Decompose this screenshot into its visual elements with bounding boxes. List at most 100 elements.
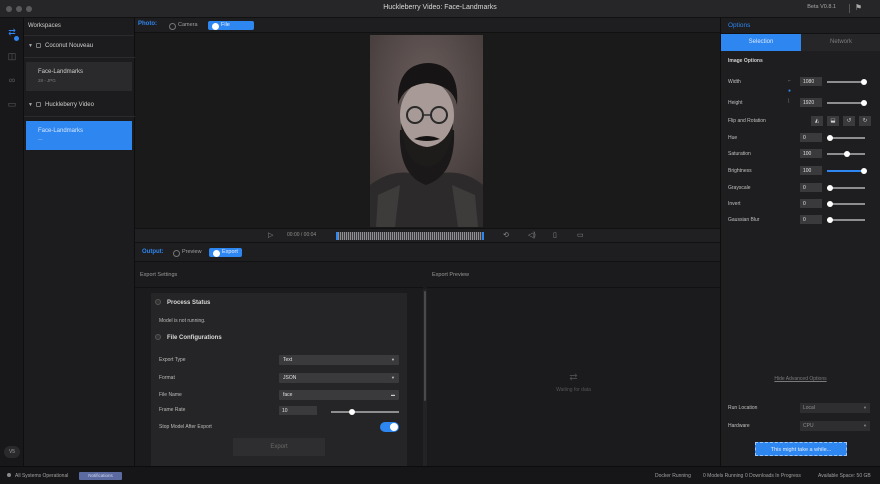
options-tabs: Selection Network bbox=[721, 34, 880, 51]
frame-rate-input[interactable]: 10 bbox=[279, 406, 317, 415]
file-config-section[interactable]: File Configurations bbox=[155, 334, 222, 341]
checkbox-icon[interactable] bbox=[36, 102, 41, 107]
hue-input[interactable]: 0 bbox=[800, 133, 822, 142]
brightness-input[interactable]: 100 bbox=[800, 166, 822, 175]
available-space: Available Space: 50 GB bbox=[818, 473, 871, 479]
output-option-preview[interactable]: Preview bbox=[169, 248, 206, 257]
section-bullet-icon bbox=[155, 334, 161, 340]
rotate-left-icon[interactable]: ↺ bbox=[843, 116, 855, 126]
workspace-group-huckleberry[interactable]: ▼ Huckleberry Video bbox=[24, 95, 135, 117]
hardware-value: CPU bbox=[803, 423, 814, 429]
slider-knob[interactable] bbox=[861, 168, 867, 174]
export-preview-area: ⇄ Waiting for data bbox=[427, 289, 720, 466]
run-model-button[interactable]: This might take a while... bbox=[755, 442, 847, 456]
workspace-group-name: Huckleberry Video bbox=[45, 102, 94, 108]
slider-knob[interactable] bbox=[844, 151, 850, 157]
video-scrubber[interactable] bbox=[336, 232, 484, 240]
run-location-label: Run Location bbox=[728, 405, 758, 411]
slider-knob[interactable] bbox=[827, 135, 833, 141]
feedback-flag-icon[interactable]: ⚑ bbox=[855, 3, 862, 12]
gaussian-blur-slider[interactable] bbox=[827, 217, 865, 223]
file-config-title: File Configurations bbox=[167, 335, 222, 341]
workspace-item-name: Face-Landmarks bbox=[38, 128, 84, 134]
rotate-right-icon[interactable]: ↻ bbox=[859, 116, 871, 126]
export-settings-panel: Process Status Model is not running. Fil… bbox=[151, 293, 407, 466]
workspace-item-active[interactable]: Face-Landmarks — bbox=[26, 121, 132, 150]
flip-vertical-icon[interactable]: ⬓ bbox=[827, 116, 839, 126]
format-select[interactable]: JSON ▼ bbox=[279, 373, 399, 383]
width-slider[interactable] bbox=[827, 79, 867, 85]
file-name-label: File Name bbox=[159, 392, 182, 398]
play-icon[interactable]: ▷ bbox=[268, 231, 273, 239]
link-icon[interactable]: ∞ bbox=[6, 74, 18, 86]
photo-option-file[interactable]: File bbox=[208, 21, 254, 30]
aspect-lock-icon[interactable]: ● bbox=[788, 88, 791, 94]
workspace-item-sub: 28 - JPG bbox=[38, 78, 56, 83]
hue-slider[interactable] bbox=[827, 135, 865, 141]
slider-knob[interactable] bbox=[827, 217, 833, 223]
photo-option-camera[interactable]: Camera bbox=[165, 21, 202, 30]
hardware-select[interactable]: CPU ▼ bbox=[800, 421, 870, 431]
slider-knob[interactable] bbox=[827, 201, 833, 207]
workspace-group-coconut[interactable]: ▼ Coconut Nouveau bbox=[24, 36, 135, 58]
gaussian-blur-input[interactable]: 0 bbox=[800, 215, 822, 224]
width-input[interactable]: 1080 bbox=[800, 77, 822, 86]
grayscale-slider[interactable] bbox=[827, 185, 865, 191]
loop-icon[interactable]: ⟲ bbox=[503, 231, 509, 239]
output-bar: Output: Preview Export bbox=[135, 242, 720, 262]
format-label: Format bbox=[159, 375, 175, 381]
invert-slider[interactable] bbox=[827, 201, 865, 207]
frame-rate-slider[interactable] bbox=[331, 409, 399, 415]
checkbox-icon[interactable] bbox=[36, 43, 41, 48]
notifications-pill[interactable]: Notifications bbox=[79, 472, 122, 480]
grayscale-input[interactable]: 0 bbox=[800, 183, 822, 192]
saturation-input[interactable]: 100 bbox=[800, 149, 822, 158]
brightness-slider[interactable] bbox=[827, 168, 867, 174]
output-option-export[interactable]: Export bbox=[209, 248, 242, 257]
flip-rotation-label: Flip and Rotation bbox=[728, 118, 766, 124]
run-location-select[interactable]: Local ▼ bbox=[800, 403, 870, 413]
workspace-item[interactable]: Face-Landmarks 28 - JPG bbox=[26, 62, 132, 91]
hide-advanced-link[interactable]: Hide Advanced Options bbox=[721, 376, 880, 382]
slider-knob[interactable] bbox=[861, 79, 867, 85]
status-bar: All Systems Operational Notifications Do… bbox=[0, 466, 880, 484]
process-status-section[interactable]: Process Status bbox=[155, 299, 210, 306]
flip-horizontal-icon[interactable]: ◭ bbox=[811, 116, 823, 126]
file-name-field[interactable]: face ▬ bbox=[279, 390, 399, 400]
height-slider[interactable] bbox=[827, 100, 867, 106]
document-icon[interactable]: ▯ bbox=[553, 231, 557, 239]
export-button[interactable]: Export bbox=[233, 438, 325, 456]
link-corner-icon: ⌊ bbox=[788, 98, 790, 104]
export-type-value: Text bbox=[283, 357, 293, 363]
workspaces-panel: Workspaces ▼ Coconut Nouveau Face-Landmar… bbox=[24, 18, 135, 466]
layers-icon[interactable]: ◫ bbox=[6, 50, 18, 62]
volume-icon[interactable]: ◁) bbox=[528, 231, 536, 239]
folder-icon[interactable]: ▬ bbox=[391, 392, 395, 397]
tab-network[interactable]: Network bbox=[801, 34, 880, 51]
workspaces-header: Workspaces bbox=[24, 18, 134, 36]
folder-icon[interactable]: ▭ bbox=[577, 231, 584, 239]
chevron-down-icon: ▼ bbox=[391, 357, 395, 362]
export-preview-header: Export Preview bbox=[427, 262, 720, 288]
stop-model-toggle[interactable] bbox=[380, 422, 399, 432]
output-label: Output: bbox=[142, 249, 164, 255]
height-input[interactable]: 1920 bbox=[800, 98, 822, 107]
frame-rate-label: Frame Rate bbox=[159, 407, 186, 413]
version-badge: V5 bbox=[4, 446, 20, 458]
saturation-slider[interactable] bbox=[827, 151, 865, 157]
options-header: Options bbox=[721, 18, 880, 34]
slider-knob[interactable] bbox=[827, 185, 833, 191]
video-frame-image bbox=[370, 35, 483, 227]
icon-rail: ⇄ ◫ ∞ ▭ V5 bbox=[0, 18, 24, 466]
title-separator bbox=[849, 4, 850, 13]
process-status-title: Process Status bbox=[167, 300, 211, 306]
slider-knob[interactable] bbox=[861, 100, 867, 106]
systems-status: All Systems Operational bbox=[7, 473, 68, 479]
status-dot-icon bbox=[7, 473, 11, 477]
tab-selection[interactable]: Selection bbox=[721, 34, 801, 51]
monitor-icon[interactable]: ▭ bbox=[6, 98, 18, 110]
image-options-title: Image Options bbox=[728, 58, 763, 64]
slider-knob[interactable] bbox=[349, 409, 355, 415]
export-type-select[interactable]: Text ▼ bbox=[279, 355, 399, 365]
invert-input[interactable]: 0 bbox=[800, 199, 822, 208]
